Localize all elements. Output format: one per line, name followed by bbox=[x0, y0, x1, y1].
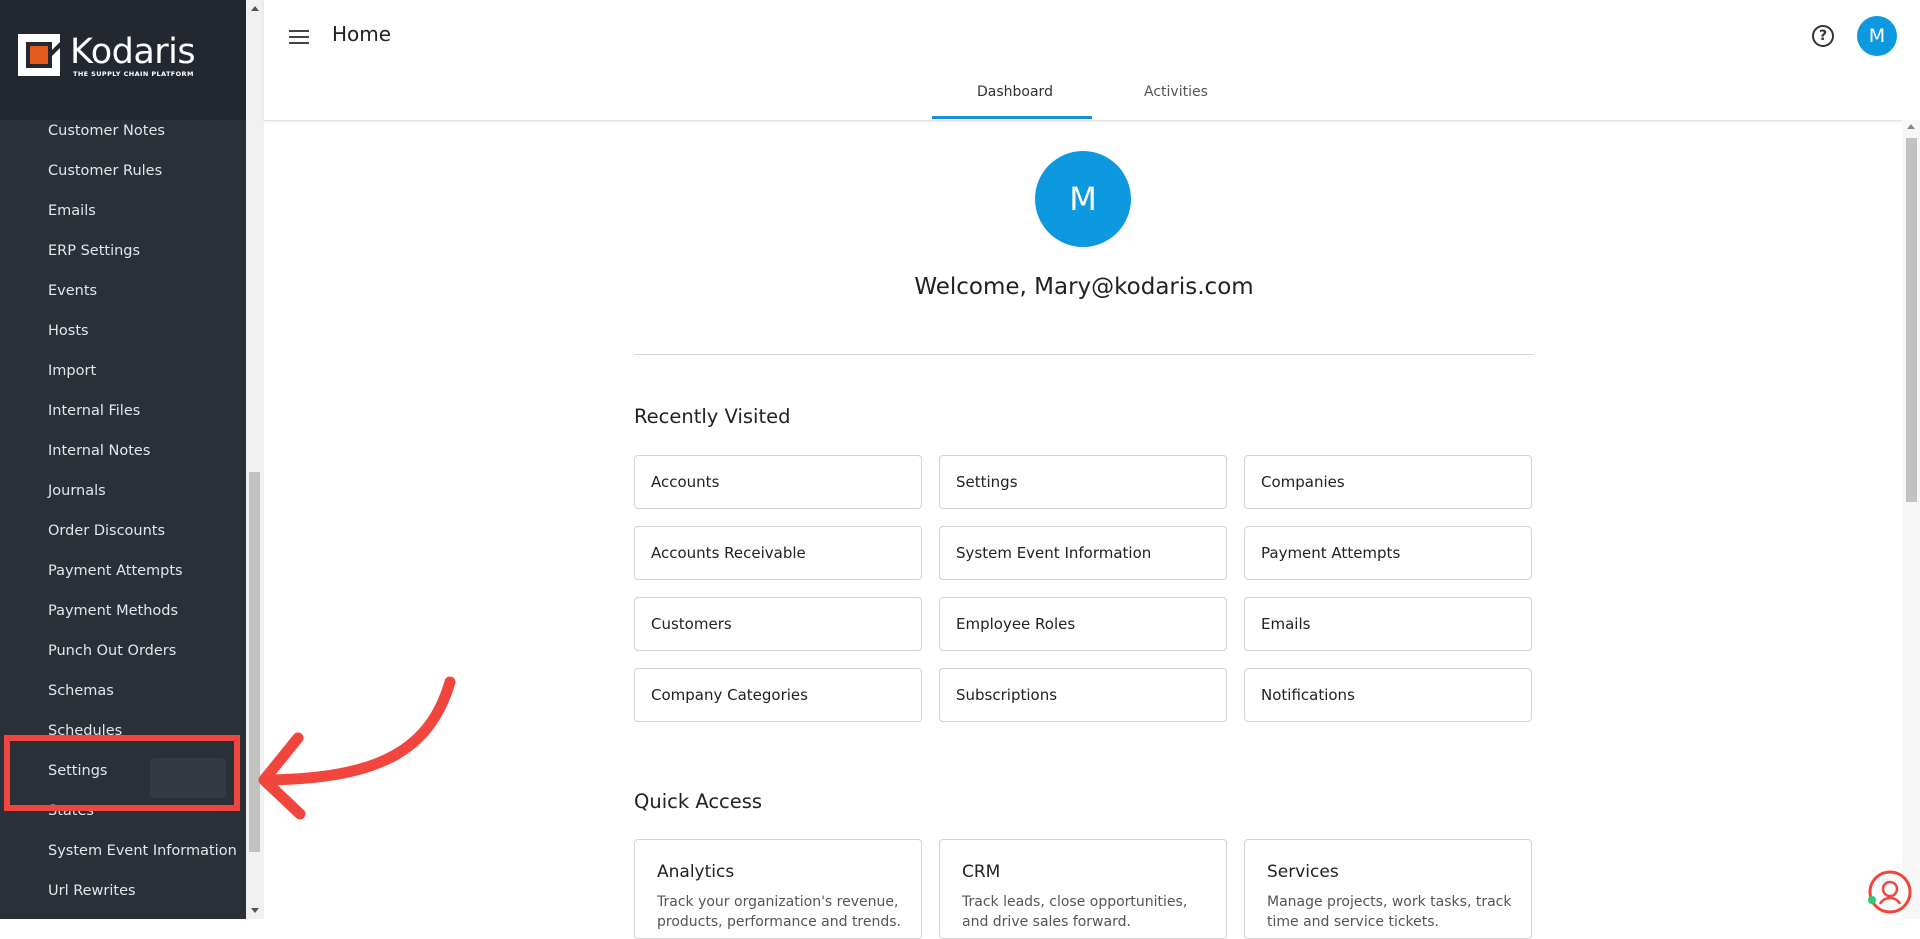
main-scroll-up-arrow-icon[interactable] bbox=[1907, 124, 1915, 129]
recent-card-companies[interactable]: Companies bbox=[1244, 455, 1532, 509]
sidebar-item-payment-methods[interactable]: Payment Methods bbox=[48, 596, 178, 626]
chat-support-icon[interactable] bbox=[1868, 870, 1912, 914]
sidebar-item-journals[interactable]: Journals bbox=[48, 476, 106, 506]
recent-card-payment-attempts[interactable]: Payment Attempts bbox=[1244, 526, 1532, 580]
logo-area[interactable]: Kodaris THE SUPPLY CHAIN PLATFORM bbox=[0, 0, 246, 120]
sidebar-item-url-rewrites[interactable]: Url Rewrites bbox=[48, 876, 136, 906]
sidebar-item-internal-notes[interactable]: Internal Notes bbox=[48, 436, 150, 466]
recent-card-notifications[interactable]: Notifications bbox=[1244, 668, 1532, 722]
main-scrollbar-thumb[interactable] bbox=[1906, 138, 1917, 502]
sidebar-item-emails[interactable]: Emails bbox=[48, 196, 96, 226]
recent-card-company-categories[interactable]: Company Categories bbox=[634, 668, 922, 722]
brand-name: Kodaris bbox=[70, 32, 196, 72]
recently-visited-title: Recently Visited bbox=[634, 405, 791, 428]
hamburger-menu-icon[interactable] bbox=[289, 28, 311, 46]
sidebar-item-events[interactable]: Events bbox=[48, 276, 97, 306]
tab-dashboard[interactable]: Dashboard bbox=[977, 84, 1053, 100]
quick-access-card-desc: Manage projects, work tasks, track time … bbox=[1267, 894, 1512, 930]
quick-access-card-analytics[interactable]: Analytics Track your organization's reve… bbox=[634, 839, 922, 939]
quick-access-card-desc: Track leads, close opportunities, and dr… bbox=[962, 894, 1188, 930]
help-circle-icon[interactable]: ? bbox=[1812, 25, 1834, 47]
recent-card-subscriptions[interactable]: Subscriptions bbox=[939, 668, 1227, 722]
recent-card-settings[interactable]: Settings bbox=[939, 455, 1227, 509]
recent-card-accounts-receivable[interactable]: Accounts Receivable bbox=[634, 526, 922, 580]
quick-access-card-services[interactable]: Services Manage projects, work tasks, tr… bbox=[1244, 839, 1532, 939]
brand-tagline: THE SUPPLY CHAIN PLATFORM bbox=[73, 70, 194, 78]
recent-card-employee-roles[interactable]: Employee Roles bbox=[939, 597, 1227, 651]
recent-card-emails[interactable]: Emails bbox=[1244, 597, 1532, 651]
scroll-down-arrow-icon[interactable] bbox=[251, 908, 259, 913]
scroll-up-arrow-icon[interactable] bbox=[251, 6, 259, 11]
tab-activities[interactable]: Activities bbox=[1144, 84, 1208, 100]
sidebar-item-punch-out-orders[interactable]: Punch Out Orders bbox=[48, 636, 176, 666]
section-divider bbox=[634, 354, 1534, 355]
sidebar-item-system-event-information[interactable]: System Event Information bbox=[48, 836, 237, 866]
quick-access-card-crm[interactable]: CRM Track leads, close opportunities, an… bbox=[939, 839, 1227, 939]
quick-access-card-title: CRM bbox=[962, 862, 1001, 882]
quick-access-title: Quick Access bbox=[634, 790, 763, 813]
sidebar-item-erp-settings[interactable]: ERP Settings bbox=[48, 236, 140, 266]
sidebar-item-import[interactable]: Import bbox=[48, 356, 96, 386]
recent-card-customers[interactable]: Customers bbox=[634, 597, 922, 651]
sidebar-item-payment-attempts[interactable]: Payment Attempts bbox=[48, 556, 183, 586]
profile-avatar: M bbox=[1035, 151, 1131, 247]
sidebar-item-customer-rules[interactable]: Customer Rules bbox=[48, 156, 162, 186]
sidebar-item-internal-files[interactable]: Internal Files bbox=[48, 396, 140, 426]
sidebar-item-customer-notes[interactable]: Customer Notes bbox=[48, 116, 165, 146]
welcome-message: Welcome, Mary@kodaris.com bbox=[914, 274, 1254, 300]
sidebar-item-order-discounts[interactable]: Order Discounts bbox=[48, 516, 165, 546]
quick-access-card-title: Analytics bbox=[657, 862, 735, 882]
recent-card-accounts[interactable]: Accounts bbox=[634, 455, 922, 509]
kodaris-logo-icon bbox=[18, 34, 60, 76]
recent-card-system-event-information[interactable]: System Event Information bbox=[939, 526, 1227, 580]
settings-highlight-box bbox=[4, 735, 240, 811]
red-curved-arrow-icon bbox=[258, 676, 456, 820]
active-tab-indicator bbox=[932, 116, 1092, 119]
page-title: Home bbox=[332, 22, 392, 46]
sidebar-item-schemas[interactable]: Schemas bbox=[48, 676, 114, 706]
sidebar-item-hosts[interactable]: Hosts bbox=[48, 316, 89, 346]
quick-access-card-desc: Track your organization's revenue, produ… bbox=[657, 894, 901, 930]
user-avatar[interactable]: M bbox=[1857, 16, 1897, 56]
quick-access-card-title: Services bbox=[1267, 862, 1339, 882]
top-bar: Home Dashboard Activities ? M bbox=[264, 0, 1920, 121]
